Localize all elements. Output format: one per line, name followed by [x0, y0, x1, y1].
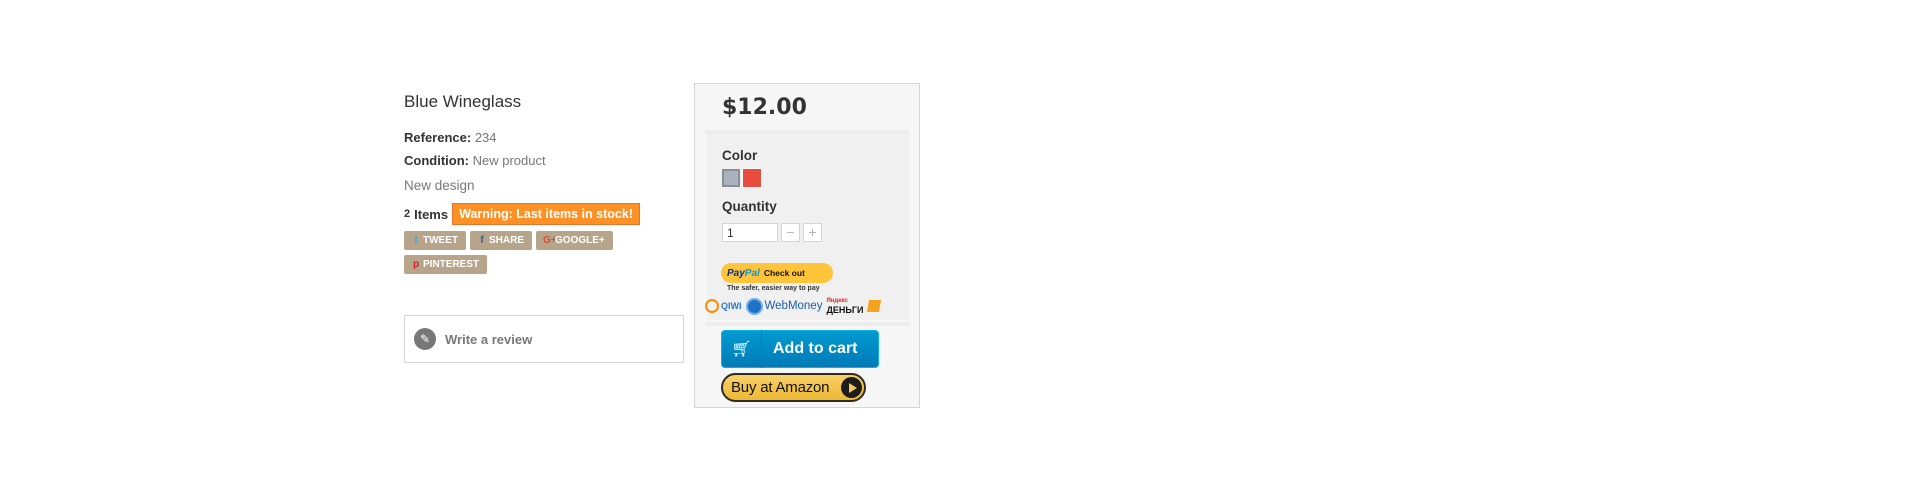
- paypal-tagline: The safer, easier way to pay: [727, 285, 820, 292]
- plus-icon: +: [808, 224, 817, 240]
- write-review-label: Write a review: [445, 331, 533, 347]
- reference-line: Reference: 234: [404, 130, 686, 145]
- google-plus-label: GOOGLE+: [555, 235, 605, 246]
- stock-warning-badge: Warning: Last items in stock!: [452, 203, 640, 225]
- google-plus-icon: G+: [543, 235, 557, 246]
- minus-icon: −: [786, 224, 795, 240]
- tweet-button[interactable]: t TWEET: [404, 231, 466, 250]
- quantity-increase-button[interactable]: +: [803, 223, 822, 242]
- quantity-input[interactable]: [722, 223, 778, 242]
- quantity-available: 2: [404, 208, 411, 220]
- qiwi-icon: [705, 299, 719, 313]
- payment-methods: QIWI WebMoney Яндекс ДЕНЬГИ: [705, 294, 910, 318]
- tweet-label: TWEET: [423, 235, 458, 246]
- pinterest-icon: p: [412, 259, 420, 270]
- quantity-decrease-button[interactable]: −: [781, 223, 800, 242]
- webmoney-logo: WebMoney: [745, 297, 822, 315]
- buy-at-amazon-button[interactable]: Buy at Amazon: [721, 373, 866, 402]
- reference-label: Reference:: [404, 130, 472, 145]
- add-to-cart-label: Add to cart: [773, 340, 858, 357]
- qiwi-logo: QIWI: [705, 299, 742, 313]
- pencil-icon: ✎: [414, 328, 436, 350]
- share-label: SHARE: [489, 235, 525, 246]
- google-plus-button[interactable]: G+ GOOGLE+: [536, 231, 613, 250]
- webmoney-globe-icon: [745, 297, 763, 315]
- facebook-icon: f: [480, 235, 484, 246]
- share-button[interactable]: f SHARE: [470, 231, 533, 250]
- buy-box: $12.00 Color Quantity − + PayPal Check o…: [694, 83, 920, 408]
- divider: [705, 322, 909, 326]
- pinterest-button[interactable]: p PINTEREST: [404, 255, 488, 274]
- pinterest-label: PINTEREST: [423, 259, 480, 270]
- buy-at-amazon-label: Buy at Amazon: [731, 379, 830, 396]
- condition-value: New product: [472, 153, 546, 168]
- condition-line: Condition: New product: [404, 153, 686, 168]
- yandex-money-logo: Яндекс ДЕНЬГИ: [826, 298, 864, 315]
- shopping-cart-icon: 🛒︎: [722, 330, 762, 368]
- play-arrow-icon: [841, 377, 862, 398]
- product-title: Blue Wineglass: [404, 92, 522, 111]
- paypal-logo: PayPal: [727, 267, 760, 279]
- yandex-wallet-icon: [867, 300, 882, 312]
- short-description: New design: [404, 178, 475, 193]
- quantity-unit: Items: [414, 206, 449, 222]
- condition-label: Condition:: [404, 153, 469, 168]
- stock-line: 2 Items Warning: Last items in stock!: [404, 203, 686, 225]
- reference-value: 234: [474, 130, 497, 145]
- product-price: $12.00: [722, 95, 807, 120]
- color-label: Color: [722, 148, 758, 163]
- write-review-button[interactable]: ✎ Write a review: [404, 315, 684, 363]
- quantity-label: Quantity: [722, 199, 777, 214]
- product-info: Blue Wineglass Reference: 234 Condition:…: [404, 92, 686, 274]
- add-to-cart-button[interactable]: 🛒︎ Add to cart: [721, 330, 879, 368]
- paypal-checkout-label: Check out: [763, 268, 805, 278]
- social-share-buttons: t TWEET f SHARE G+ GOOGLE+ p PINTEREST: [404, 231, 644, 274]
- twitter-icon: t: [414, 235, 418, 246]
- paypal-checkout-button[interactable]: PayPal Check out: [721, 263, 833, 283]
- color-swatch-grey[interactable]: [722, 169, 740, 187]
- color-swatch-red[interactable]: [742, 168, 762, 188]
